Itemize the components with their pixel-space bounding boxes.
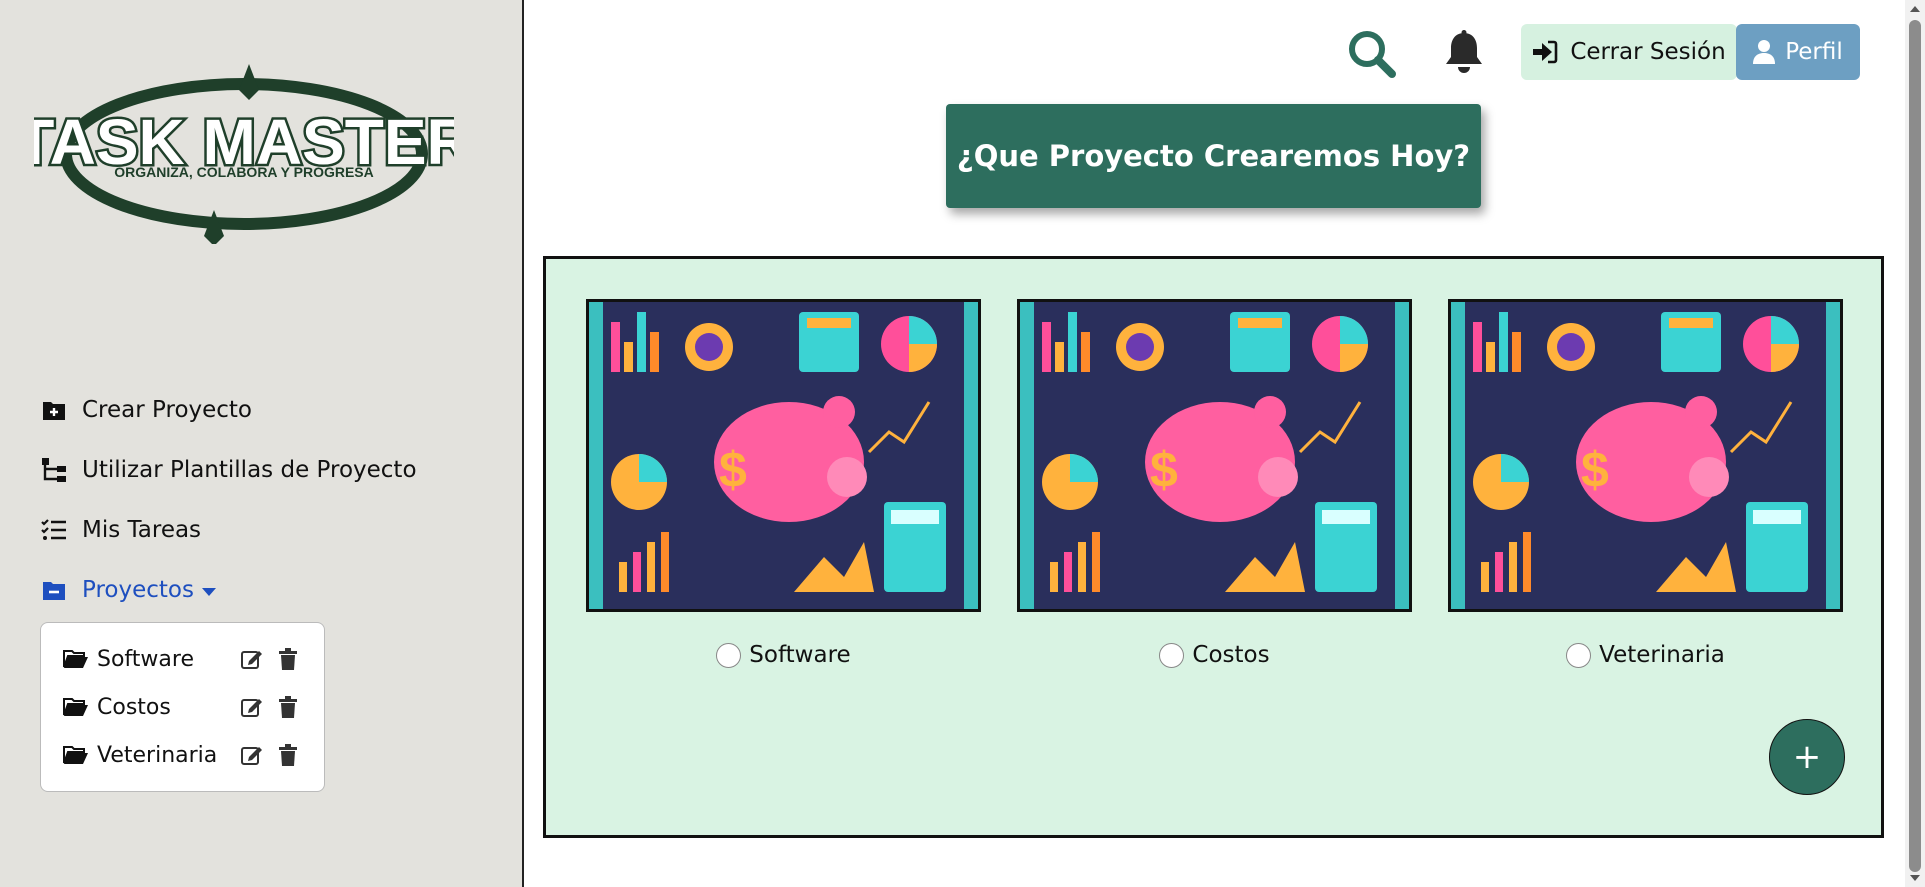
project-item[interactable]: Software <box>63 635 302 683</box>
edit-icon[interactable] <box>238 741 266 769</box>
project-item[interactable]: Costos <box>63 683 302 731</box>
project-thumbnail[interactable]: $ <box>1448 299 1843 612</box>
projects-dropdown: Software Costos Veterinaria <box>40 622 325 792</box>
sidebar: TASK MASTER ORGANIZA, COLABORA Y PROGRES… <box>0 0 524 887</box>
folder-open-icon <box>63 697 91 717</box>
scroll-down-icon[interactable] <box>1910 875 1920 881</box>
templates-panel: $ Software $ Costos $ Veterinaria + <box>543 256 1884 838</box>
nav-label: Crear Proyecto <box>82 397 253 423</box>
project-thumbnail[interactable]: $ <box>586 299 981 612</box>
folder-minus-icon <box>40 576 68 604</box>
card-label-text: Veterinaria <box>1599 642 1725 668</box>
bell-icon[interactable] <box>1444 30 1484 74</box>
sign-in-icon <box>1532 40 1558 64</box>
scroll-thumb[interactable] <box>1909 20 1921 872</box>
card-label-text: Software <box>749 642 851 668</box>
card-label: Software <box>586 642 981 668</box>
nav-crear-proyecto[interactable]: Crear Proyecto <box>40 380 417 440</box>
svg-text:$: $ <box>1581 442 1609 498</box>
sidebar-nav: Crear Proyecto Utilizar Plantillas de Pr… <box>40 380 417 620</box>
project-name[interactable]: Veterinaria <box>97 743 230 768</box>
nav-plantillas[interactable]: Utilizar Plantillas de Proyecto <box>40 440 417 500</box>
scrollbar[interactable] <box>1905 0 1925 887</box>
search-icon[interactable] <box>1346 28 1398 80</box>
profile-label: Perfil <box>1785 39 1843 65</box>
project-card[interactable]: $ Software <box>586 299 981 668</box>
project-thumbnail[interactable]: $ <box>1017 299 1412 612</box>
project-name[interactable]: Software <box>97 647 230 672</box>
nav-proyectos[interactable]: Proyectos <box>40 560 417 620</box>
project-radio[interactable] <box>716 642 742 668</box>
card-label: Costos <box>1017 642 1412 668</box>
logout-button[interactable]: Cerrar Sesión <box>1521 24 1737 80</box>
folder-plus-icon <box>40 396 68 424</box>
project-radio[interactable] <box>1159 642 1185 668</box>
sitemap-icon <box>40 456 68 484</box>
project-radio[interactable] <box>1566 642 1592 668</box>
trash-icon[interactable] <box>274 741 302 769</box>
caret-down-icon <box>201 587 216 596</box>
list-check-icon <box>40 516 68 544</box>
svg-text:$: $ <box>1150 442 1178 498</box>
nav-mis-tareas[interactable]: Mis Tareas <box>40 500 417 560</box>
edit-icon[interactable] <box>238 645 266 673</box>
nav-label: Proyectos <box>82 577 194 603</box>
folder-open-icon <box>63 745 91 765</box>
trash-icon[interactable] <box>274 693 302 721</box>
profile-button[interactable]: Perfil <box>1736 24 1860 80</box>
svg-text:$: $ <box>719 442 747 498</box>
user-icon <box>1753 40 1776 64</box>
trash-icon[interactable] <box>274 645 302 673</box>
folder-open-icon <box>63 649 91 669</box>
svg-text:ORGANIZA, COLABORA Y PROGRESA: ORGANIZA, COLABORA Y PROGRESA <box>114 164 374 180</box>
edit-icon[interactable] <box>238 693 266 721</box>
project-name[interactable]: Costos <box>97 695 230 720</box>
add-project-button[interactable]: + <box>1769 719 1845 795</box>
scroll-up-icon[interactable] <box>1910 6 1920 12</box>
task-master-logo: TASK MASTER ORGANIZA, COLABORA Y PROGRES… <box>13 64 475 246</box>
nav-label: Utilizar Plantillas de Proyecto <box>82 457 417 483</box>
logout-label: Cerrar Sesión <box>1570 39 1726 65</box>
card-label-text: Costos <box>1192 642 1270 668</box>
nav-label: Mis Tareas <box>82 517 202 543</box>
card-label: Veterinaria <box>1448 642 1843 668</box>
project-card[interactable]: $ Veterinaria <box>1448 299 1843 668</box>
project-card[interactable]: $ Costos <box>1017 299 1412 668</box>
hero-banner: ¿Que Proyecto Crearemos Hoy? <box>946 104 1481 208</box>
project-item[interactable]: Veterinaria <box>63 731 302 779</box>
